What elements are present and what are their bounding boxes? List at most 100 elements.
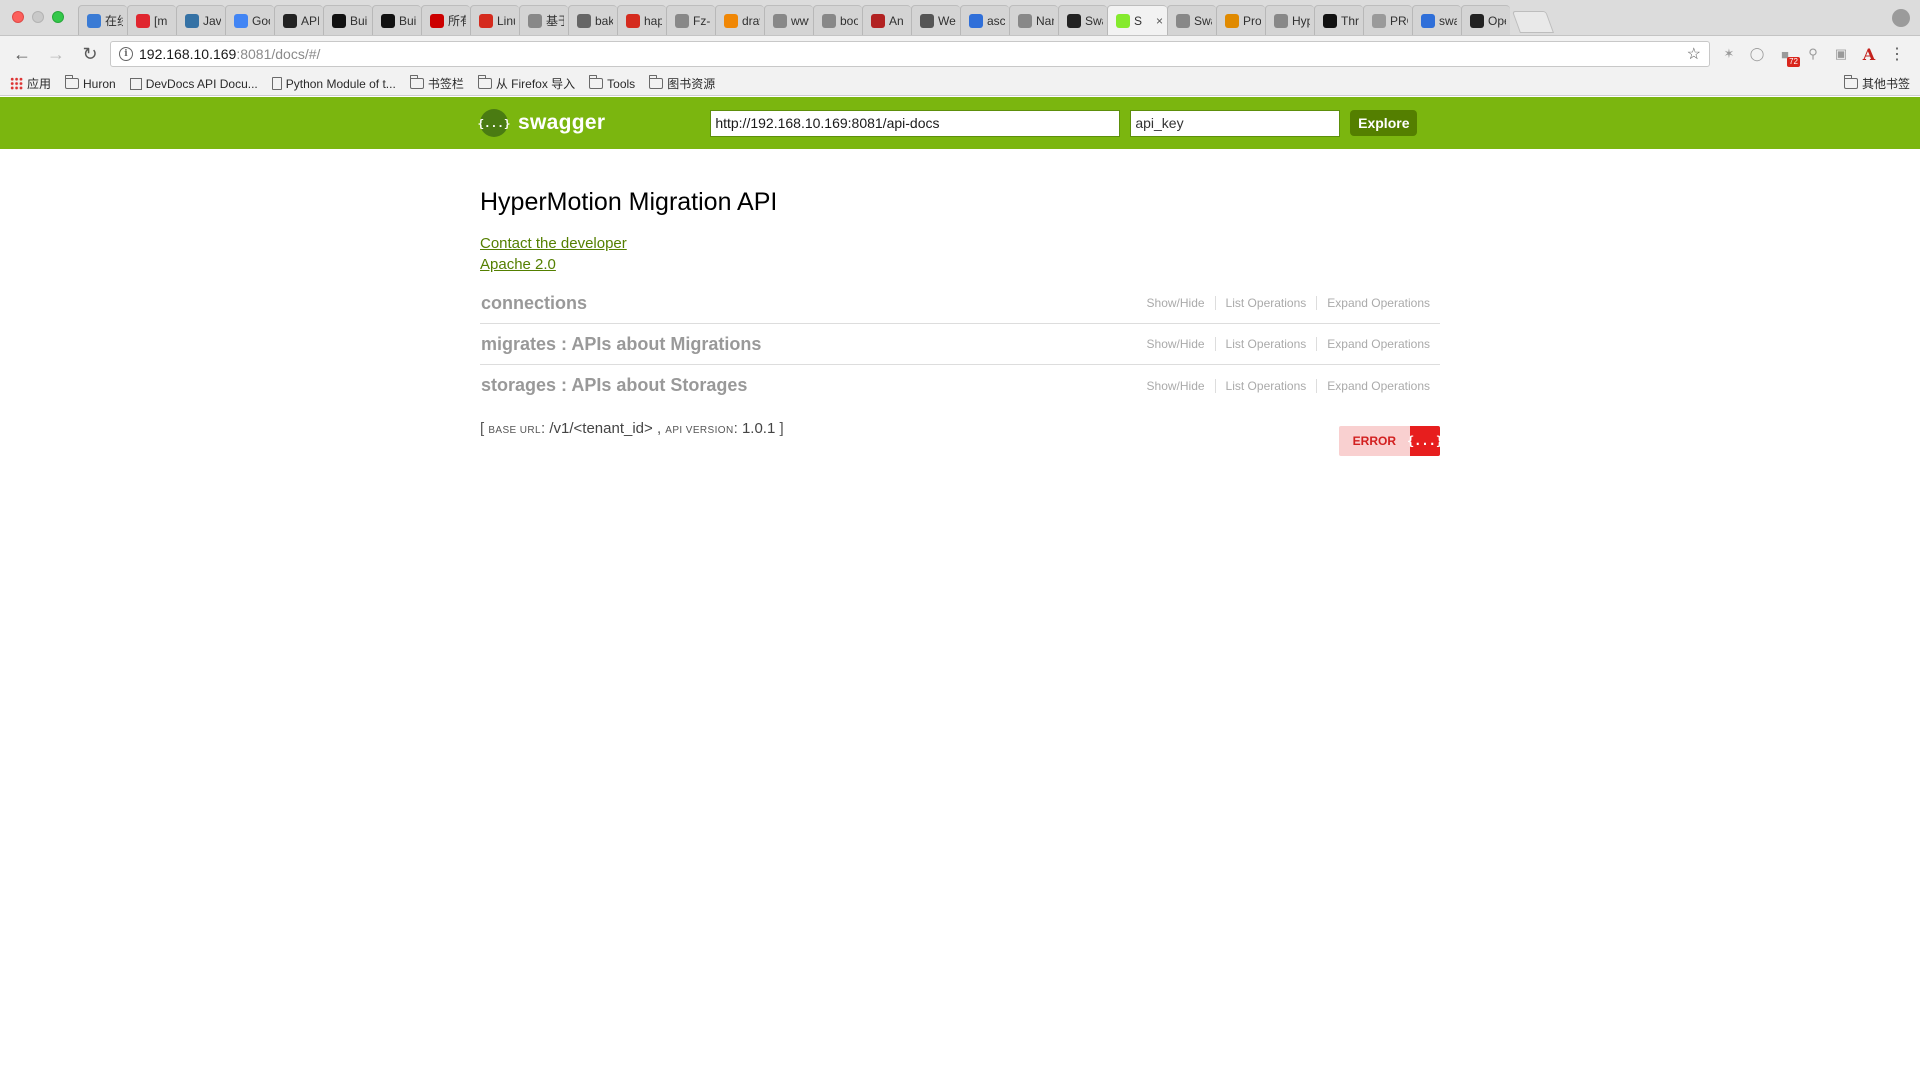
bookmark-item[interactable]: 应用 (10, 75, 51, 92)
browser-tab[interactable]: boo (813, 5, 862, 35)
browser-tab[interactable]: Prot (1216, 5, 1265, 35)
browser-tab[interactable]: Linu (470, 5, 519, 35)
expand-operations-link[interactable]: Expand Operations (1317, 379, 1430, 393)
tab-title: Thre (1341, 13, 1359, 28)
browser-tab[interactable]: An F (862, 5, 911, 35)
profile-icon[interactable] (1892, 8, 1910, 27)
base-info: [ base url: /v1/<tenant_id> , api versio… (480, 420, 784, 437)
github-fork-icon (577, 13, 591, 28)
browser-tab[interactable]: Nan (1009, 5, 1058, 35)
browser-tab[interactable]: 所有 (421, 5, 470, 35)
swagger-header: {...} swagger Explore (0, 97, 1920, 149)
minimize-window-button[interactable] (32, 11, 44, 23)
extension-badge-icon[interactable]: ■ 72 (1776, 45, 1800, 67)
browser-tab[interactable]: www (764, 5, 813, 35)
browser-tab[interactable]: 在线 (78, 5, 127, 35)
bookmark-item[interactable]: 图书资源 (648, 75, 715, 92)
close-tab-icon[interactable]: × (1156, 14, 1163, 28)
swagger-content: HyperMotion Migration API Contact the de… (480, 180, 1443, 456)
browser-tab[interactable]: PRC (1363, 5, 1412, 35)
extension-ring-icon[interactable]: ◯ (1748, 45, 1766, 63)
browser-tab[interactable]: Fz-r (666, 5, 715, 35)
new-tab-button[interactable] (1511, 11, 1555, 33)
url-host: 192.168.10.169 (139, 46, 237, 62)
bookmark-item[interactable]: Python Module of t... (271, 77, 396, 91)
api-key-input[interactable] (1130, 109, 1341, 137)
browser-tab[interactable]: Buil (323, 5, 372, 35)
browser-tab[interactable]: draw (715, 5, 764, 35)
resource-name-link[interactable]: connections (480, 293, 587, 314)
close-window-button[interactable] (12, 11, 24, 23)
validator-badge[interactable]: ERROR {...} (1338, 426, 1443, 456)
resource-name-link[interactable]: storages : APIs about Storages (480, 375, 747, 396)
close-bracket: ] (779, 420, 784, 437)
browser-tab[interactable]: Wel (911, 5, 960, 35)
devdocs-icon (129, 77, 142, 90)
browser-tab[interactable]: Hyp (1265, 5, 1314, 35)
expand-operations-link[interactable]: Expand Operations (1317, 337, 1430, 351)
license-link[interactable]: Apache 2.0 (480, 254, 556, 275)
browser-tab[interactable]: Goo (225, 5, 274, 35)
browser-tab[interactable]: Buil (372, 5, 421, 35)
browser-menu-icon[interactable]: ⋮ (1888, 44, 1906, 64)
show-hide-link[interactable]: Show/Hide (1137, 378, 1216, 393)
browser-tab[interactable]: Thre (1314, 5, 1363, 35)
browser-tab[interactable]: Java (176, 5, 225, 35)
reload-icon: ↻ (82, 43, 98, 64)
show-hide-link[interactable]: Show/Hide (1137, 337, 1216, 351)
browser-toolbar: ← → ↻ i 192.168.10.169:8081/docs/#/ ☆ ✶ … (0, 36, 1920, 72)
browser-tab[interactable]: Ope (1461, 5, 1510, 35)
show-hide-link[interactable]: Show/Hide (1137, 296, 1216, 310)
swagger-logo-icon[interactable]: {...} (477, 109, 511, 137)
address-bar[interactable]: i 192.168.10.169:8081/docs/#/ ☆ (110, 41, 1710, 67)
bookmark-label: 书签栏 (427, 77, 464, 91)
tab-title: www (791, 13, 809, 28)
footer-separator: , (656, 420, 662, 437)
browser-tab[interactable]: Swa (1058, 5, 1107, 35)
contact-developer-link[interactable]: Contact the developer (480, 233, 627, 254)
folder-icon (588, 75, 604, 89)
resource-operations: Show/Hide List Operations Expand Operation… (1137, 378, 1440, 393)
github-icon (1067, 13, 1081, 28)
browser-tab[interactable]: bak (568, 5, 617, 35)
tab-title: asci (987, 13, 1005, 28)
extension-screenshot-icon[interactable]: ▣ (1832, 45, 1850, 63)
browser-tab[interactable]: swa (1412, 5, 1461, 35)
api-url-input[interactable] (710, 109, 1121, 137)
bookmark-star-icon[interactable]: ☆ (1687, 44, 1701, 64)
maximize-window-button[interactable] (52, 11, 64, 23)
bookmark-item[interactable]: Huron (64, 75, 116, 91)
swagger-brand[interactable]: swagger (518, 111, 605, 135)
browser-tab[interactable]: Swa (1167, 5, 1216, 35)
extension-search-icon[interactable]: ⚲ (1804, 45, 1822, 63)
forward-button[interactable]: → (42, 40, 70, 68)
extension-a-icon[interactable]: A (1860, 45, 1878, 64)
browser-tab[interactable]: 基于 (519, 5, 568, 35)
explore-button[interactable]: Explore (1350, 110, 1418, 136)
bookmark-item[interactable]: DevDocs API Docu... (129, 77, 258, 91)
tab-title: PRC (1390, 13, 1408, 28)
tab-active[interactable]: S × (1107, 5, 1167, 35)
list-operations-link[interactable]: List Operations (1216, 296, 1318, 310)
list-operations-link[interactable]: List Operations (1216, 337, 1318, 351)
back-button[interactable]: ← (8, 40, 36, 68)
expand-operations-link[interactable]: Expand Operations (1317, 296, 1430, 310)
list-operations-link[interactable]: List Operations (1216, 378, 1318, 393)
other-bookmarks[interactable]: 其他书签 (1843, 75, 1910, 92)
tab-title: Buil (350, 13, 368, 28)
bookmark-item[interactable]: Tools (588, 75, 635, 91)
tab-title: Wel (938, 13, 956, 28)
tab-title: Nan (1036, 13, 1054, 28)
api-info-links: Contact the developer Apache 2.0 (480, 233, 1440, 275)
bookmark-item[interactable]: 书签栏 (409, 75, 464, 92)
bookmark-item[interactable]: 从 Firefox 导入 (477, 75, 575, 92)
reload-button[interactable]: ↻ (76, 40, 104, 68)
browser-tab[interactable]: asci (960, 5, 1009, 35)
browser-tab[interactable]: hap (617, 5, 666, 35)
browser-tab[interactable]: API (274, 5, 323, 35)
python-icon (185, 13, 199, 28)
site-info-icon[interactable]: i (119, 47, 133, 61)
browser-tab[interactable]: [m (127, 5, 176, 35)
extension-bird-icon[interactable]: ✶ (1720, 45, 1738, 63)
resource-name-link[interactable]: migrates : APIs about Migrations (480, 334, 761, 355)
